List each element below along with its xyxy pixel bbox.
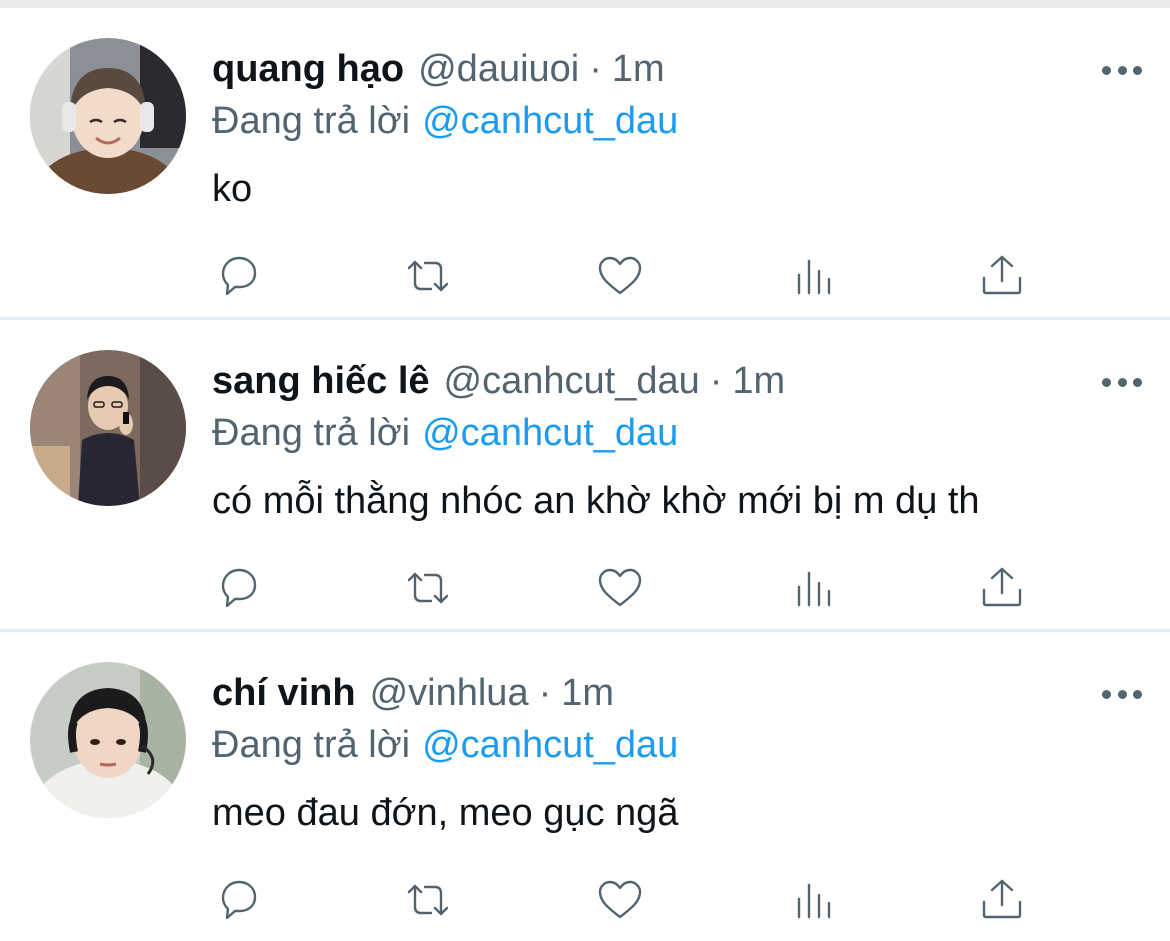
timestamp[interactable]: 1m [561, 668, 614, 718]
more-options-icon[interactable] [1102, 362, 1142, 402]
action-bar [210, 248, 1050, 308]
display-name[interactable]: sang hiếc lê [212, 356, 430, 406]
reply-icon [221, 256, 257, 296]
like-icon [598, 568, 642, 607]
tweet-header: chí vinh @vinhlua · 1m [212, 668, 614, 718]
top-divider [0, 0, 1170, 8]
like-button[interactable] [592, 248, 648, 304]
tweet-reply[interactable]: sang hiếc lê @canhcut_dau · 1m Đang trả … [0, 320, 1170, 632]
replying-to: Đang trả lời @canhcut_dau [212, 408, 678, 458]
analytics-button[interactable] [786, 560, 842, 616]
reply-prefix: Đang trả lời [212, 412, 411, 454]
separator-dot: · [709, 360, 723, 402]
share-icon [982, 255, 1022, 295]
reply-prefix: Đang trả lời [212, 100, 411, 142]
timestamp[interactable]: 1m [732, 356, 785, 406]
reply-target-link[interactable]: @canhcut_dau [422, 724, 678, 766]
retweet-button[interactable] [400, 248, 456, 304]
analytics-icon [797, 883, 831, 919]
reply-icon [221, 880, 257, 920]
tweet-text: meo đau đớn, meo gục ngã [212, 792, 679, 834]
share-icon [982, 567, 1022, 607]
display-name[interactable]: chí vinh [212, 668, 356, 718]
reply-button[interactable] [210, 248, 266, 304]
user-handle[interactable]: @dauiuoi [418, 44, 579, 94]
retweet-button[interactable] [400, 560, 456, 616]
user-handle[interactable]: @vinhlua [370, 668, 529, 718]
like-icon [598, 880, 642, 919]
separator-dot: · [589, 48, 602, 90]
action-bar [210, 560, 1050, 620]
like-button[interactable] [592, 560, 648, 616]
like-button[interactable] [592, 872, 648, 928]
avatar[interactable] [30, 350, 186, 506]
user-handle[interactable]: @canhcut_dau [444, 356, 700, 406]
reply-prefix: Đang trả lời [212, 724, 411, 766]
reply-button[interactable] [210, 560, 266, 616]
separator-dot: · [538, 672, 552, 714]
analytics-icon [797, 571, 831, 607]
replying-to: Đang trả lời @canhcut_dau [212, 96, 678, 146]
share-button[interactable] [974, 560, 1030, 616]
retweet-icon [407, 884, 449, 916]
analytics-button[interactable] [786, 872, 842, 928]
reply-feed: quang hạo @dauiuoi · 1m Đang trả lời @can… [0, 0, 1170, 941]
like-icon [598, 256, 642, 295]
share-button[interactable] [974, 248, 1030, 304]
reply-target-link[interactable]: @canhcut_dau [422, 412, 678, 454]
tweet-reply[interactable]: quang hạo @dauiuoi · 1m Đang trả lời @can… [0, 8, 1170, 320]
analytics-button[interactable] [786, 248, 842, 304]
share-button[interactable] [974, 872, 1030, 928]
retweet-icon [407, 572, 449, 604]
tweet-reply[interactable]: chí vinh @vinhlua · 1m Đang trả lời @canh… [0, 632, 1170, 941]
avatar[interactable] [30, 38, 186, 194]
tweet-header: sang hiếc lê @canhcut_dau · 1m [212, 356, 785, 406]
analytics-icon [797, 259, 831, 295]
action-bar [210, 872, 1050, 932]
retweet-icon [407, 260, 449, 292]
reply-target-link[interactable]: @canhcut_dau [422, 100, 678, 142]
tweet-text: có mỗi thằng nhóc an khờ khờ mới bị m dụ… [212, 480, 980, 522]
reply-button[interactable] [210, 872, 266, 928]
more-options-icon[interactable] [1102, 50, 1142, 90]
reply-icon [221, 568, 257, 608]
display-name[interactable]: quang hạo [212, 44, 404, 94]
retweet-button[interactable] [400, 872, 456, 928]
share-icon [982, 879, 1022, 919]
replying-to: Đang trả lời @canhcut_dau [212, 720, 678, 770]
tweet-text: ko [212, 168, 253, 210]
tweet-header: quang hạo @dauiuoi · 1m [212, 44, 665, 94]
more-options-icon[interactable] [1102, 674, 1142, 714]
avatar[interactable] [30, 662, 186, 818]
timestamp[interactable]: 1m [612, 44, 665, 94]
